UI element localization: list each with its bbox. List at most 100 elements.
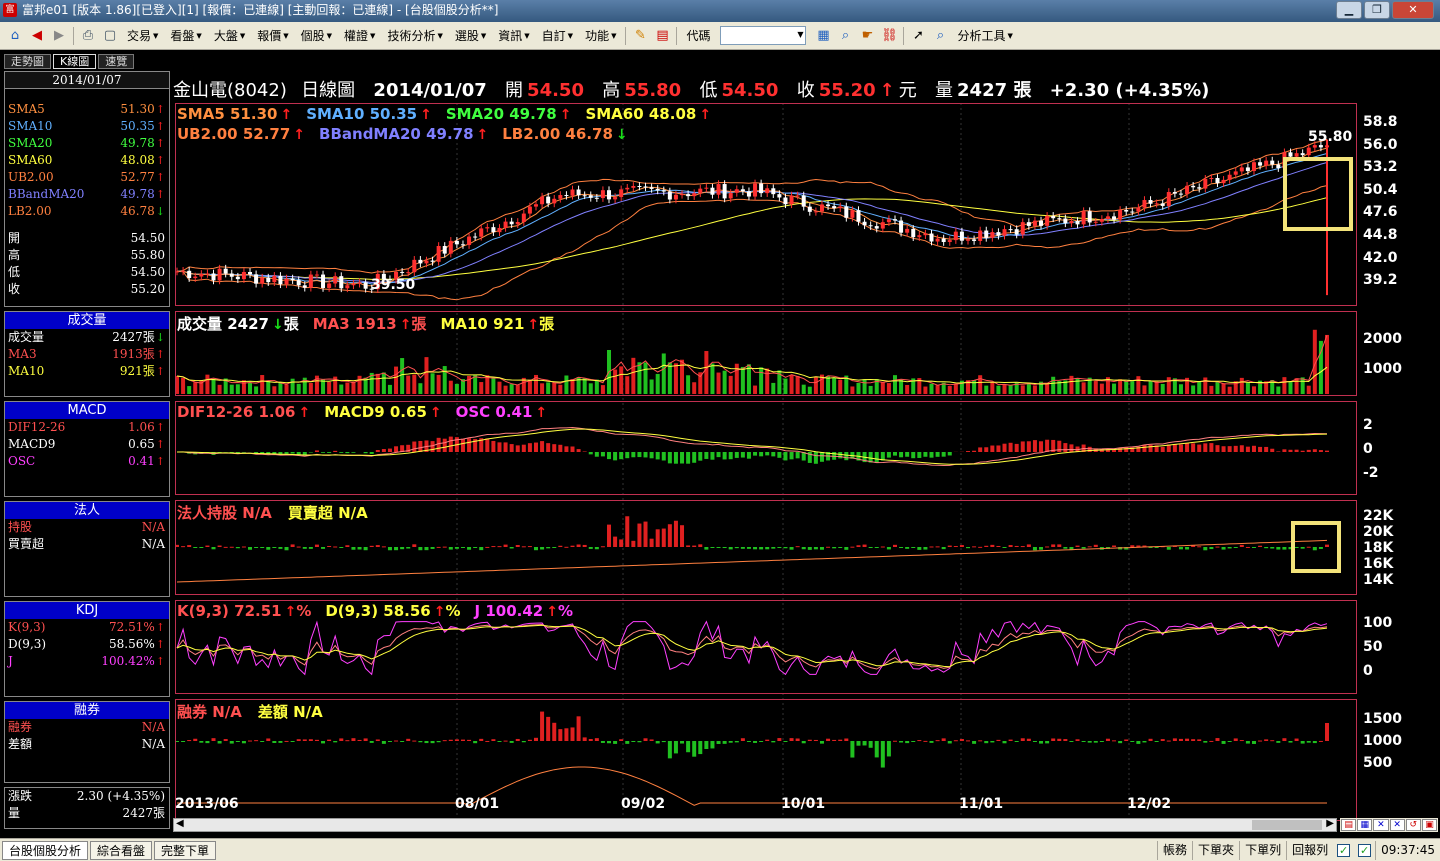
row-value: N/A xyxy=(142,519,165,536)
back-icon[interactable]: ◀ xyxy=(28,27,46,45)
bottom-tab[interactable]: 綜合看盤 xyxy=(90,840,153,860)
axis-tick-price: 56.0 xyxy=(1363,137,1398,153)
check-icon[interactable]: ✓ xyxy=(1358,843,1372,857)
status-button[interactable]: 下單列 xyxy=(1239,840,1286,860)
menu-item[interactable]: 報價 ▼ xyxy=(251,26,294,46)
menu-item-label: 交易 xyxy=(127,29,152,43)
legend-p1a: SMA5 51.30 ↑ SMA10 50.35 ↑ SMA20 49.78 ↑ SMA60… xyxy=(177,105,725,123)
pencil-icon[interactable]: ✎ xyxy=(631,27,649,45)
menu-item[interactable]: 自訂 ▼ xyxy=(536,26,579,46)
up-arrow-icon: ↑ xyxy=(527,317,540,333)
close-button[interactable]: ✕ xyxy=(1392,1,1434,19)
scroll-right-icon[interactable]: ▶ xyxy=(1326,818,1334,829)
legend-item: SMA10 50.35 ↑ xyxy=(306,105,432,123)
menu-item[interactable]: 個股 ▼ xyxy=(295,26,338,46)
status-button[interactable]: 帳務 xyxy=(1157,840,1192,860)
print-icon[interactable]: ⎙ xyxy=(79,27,97,45)
info-row: 買賣超 N/A xyxy=(5,536,169,553)
menu-item[interactable]: 大盤 ▼ xyxy=(208,26,251,46)
tool-icon[interactable]: ↺ xyxy=(1405,819,1421,831)
link-icon[interactable]: ⛓ xyxy=(880,27,898,45)
chart-scrollbar[interactable]: ◀ ▶ xyxy=(173,818,1337,832)
status-button[interactable]: 下單夾 xyxy=(1192,840,1239,860)
tool-icon[interactable]: ▤ xyxy=(1341,819,1357,831)
code-input[interactable]: ▼ xyxy=(720,26,807,45)
legend-item: 買賣超 N/A xyxy=(288,504,370,522)
home-icon[interactable]: ⌂ xyxy=(6,27,24,45)
chevron-down-icon: ▼ xyxy=(611,31,617,40)
menu-item[interactable]: 看盤 ▼ xyxy=(164,26,207,46)
bottom-tab[interactable]: 台股個股分析 xyxy=(2,840,89,860)
chevron-down-icon: ▼ xyxy=(326,31,333,40)
row-value: 921張 ↑ xyxy=(120,363,165,380)
axis-tick-inst: 16K xyxy=(1363,556,1394,572)
row-value: N/A xyxy=(142,736,165,753)
chevron-down-icon[interactable]: ▼ xyxy=(797,30,803,39)
tool-icon[interactable]: ✕ xyxy=(1373,819,1389,831)
analysis-tools-menu[interactable]: 分析工具 ▼ xyxy=(951,26,1018,46)
info-row: OSC 0.41 ↑ xyxy=(5,453,169,470)
tool-icon[interactable]: ✕ xyxy=(1389,819,1405,831)
tab-0[interactable]: 走勢圖 xyxy=(4,54,51,69)
menu-item-label: 報價 xyxy=(257,29,282,43)
legend-text: SMA5 51.30 xyxy=(177,105,278,123)
legend-item: J 100.42 ↑% xyxy=(475,602,573,620)
search-icon[interactable]: ⌕ xyxy=(836,27,854,45)
info-row: SMA20 49.78 ↑ xyxy=(5,135,169,152)
legend-text: MA10 921 xyxy=(440,315,525,333)
info-row: SMA60 48.08 ↑ xyxy=(5,152,169,169)
scroll-thumb[interactable] xyxy=(1252,820,1322,830)
row-label: 融券 xyxy=(8,720,33,734)
menu-item[interactable]: 交易 ▼ xyxy=(121,26,164,46)
divider xyxy=(676,26,678,45)
legend-item: MACD9 0.65 ↑ xyxy=(324,403,441,421)
note-icon[interactable]: ▤ xyxy=(653,27,671,45)
status-button[interactable]: 回報列 xyxy=(1286,840,1333,860)
menu-item[interactable]: 選股 ▼ xyxy=(449,26,492,46)
menu-item[interactable]: 資訊 ▼ xyxy=(492,26,535,46)
check-icon[interactable]: ✓ xyxy=(1337,843,1351,857)
tab-1[interactable]: K線圖 xyxy=(53,54,97,69)
legend-text: MACD9 0.65 xyxy=(324,403,427,421)
grid-icon[interactable]: ▦ xyxy=(814,27,832,45)
axis-tick-price: 50.4 xyxy=(1363,182,1398,198)
tool-icon[interactable]: ▦ xyxy=(1357,819,1373,831)
legend-text: 成交量 2427 xyxy=(177,315,269,333)
row-label: 成交量 xyxy=(8,330,45,344)
legend-p1b: UB2.00 52.77 ↑ BBandMA20 49.78 ↑ LB2.00 46.7… xyxy=(177,125,642,143)
forward-icon[interactable]: ▶ xyxy=(50,27,68,45)
legend-item: SMA20 49.78 ↑ xyxy=(446,105,572,123)
tab-2[interactable]: 速覽 xyxy=(98,54,135,69)
date-tick: 2013/06 xyxy=(175,796,239,812)
menu-item[interactable]: 功能 ▼ xyxy=(579,26,622,46)
scroll-left-icon[interactable]: ◀ xyxy=(176,818,184,829)
menu-item[interactable]: 權證 ▼ xyxy=(338,26,381,46)
chart-area[interactable]: SMA5 51.30 ↑ SMA10 50.35 ↑ SMA20 49.78 ↑ SMA60… xyxy=(173,75,1402,835)
row-label: MA3 xyxy=(8,347,37,361)
chart-pane xyxy=(175,699,1357,821)
legend-p4: 法人持股 N/A 買賣超 N/A xyxy=(177,502,384,523)
legend-text: SMA20 49.78 xyxy=(445,105,557,123)
minimize-button[interactable]: ▁ xyxy=(1336,1,1362,19)
legend-suffix: 張 xyxy=(539,315,555,333)
hand-icon[interactable]: ☛ xyxy=(858,27,876,45)
legend-item: MA3 1913 ↑張 xyxy=(313,315,427,333)
window-icon[interactable]: ▢ xyxy=(101,27,119,45)
up-arrow-icon: ↑ xyxy=(155,455,165,468)
cursor-icon[interactable]: ➚ xyxy=(909,27,927,45)
legend-p5: K(9,3) 72.51 ↑% D(9,3) 58.56 ↑% J 100.42 ↑% xyxy=(177,602,587,620)
menu-item[interactable]: 技術分析 ▼ xyxy=(381,26,448,46)
tool-icon[interactable]: ▣ xyxy=(1421,819,1438,831)
up-arrow-icon: ↑ xyxy=(155,638,165,651)
date-tick: 10/01 xyxy=(781,796,826,812)
restore-button[interactable]: ❐ xyxy=(1364,1,1390,19)
legend-item: K(9,3) 72.51 ↑% xyxy=(177,602,311,620)
legend-item: LB2.00 46.78 ↓ xyxy=(502,125,627,143)
axis-tick-price: 42.0 xyxy=(1363,250,1398,266)
row-label: SMA10 xyxy=(8,119,53,133)
bottom-tab[interactable]: 完整下單 xyxy=(154,840,217,860)
row-label: D(9,3) xyxy=(8,637,47,651)
down-arrow-icon: ↓ xyxy=(155,205,165,218)
zoom-icon[interactable]: ⌕ xyxy=(931,27,949,45)
down-arrow-icon: ↓ xyxy=(155,331,165,344)
